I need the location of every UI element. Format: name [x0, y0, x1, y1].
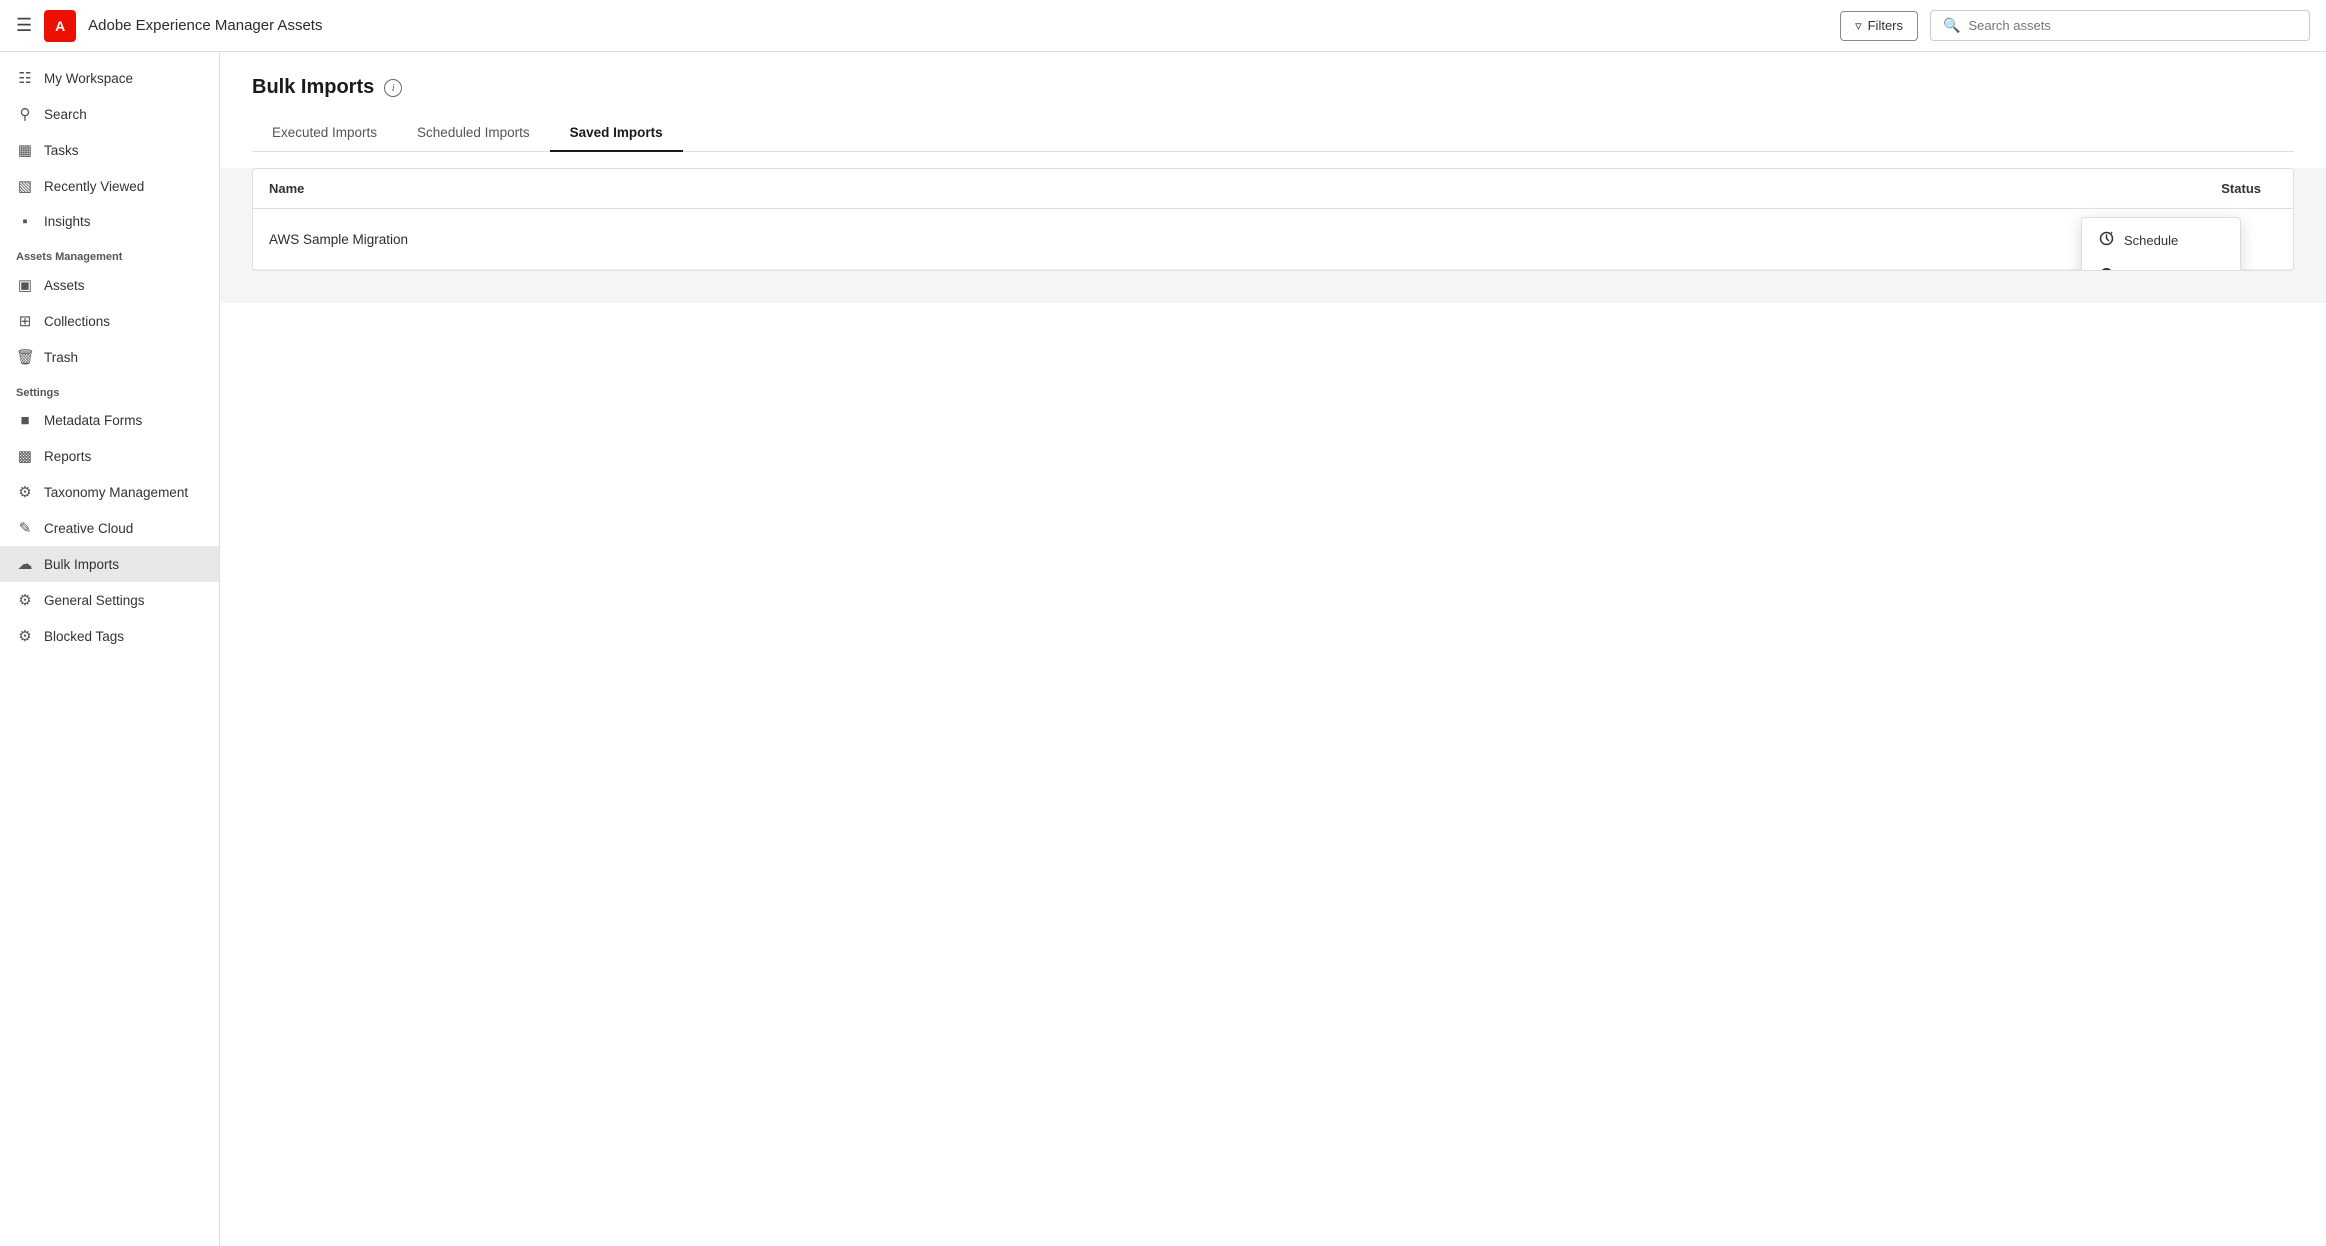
sidebar-label-search: Search: [44, 107, 87, 122]
sidebar-label-general-settings: General Settings: [44, 593, 145, 608]
menu-item-schedule[interactable]: Schedule: [2082, 222, 2240, 258]
schedule-icon: [2098, 231, 2114, 249]
sidebar-item-creative-cloud[interactable]: ✎ Creative Cloud: [0, 510, 219, 546]
search-icon: ⚲: [16, 105, 34, 123]
app-title: Adobe Experience Manager Assets: [88, 17, 322, 34]
bulk-imports-icon: ☁: [16, 555, 34, 573]
content-area: Bulk Imports i Executed Imports Schedule…: [220, 52, 2326, 1246]
reports-icon: ▩: [16, 447, 34, 465]
section-assets-management: Assets Management: [0, 239, 219, 267]
row-name-aws-migration: AWS Sample Migration: [269, 232, 2129, 247]
menu-label-check: Check: [2124, 269, 2161, 272]
sidebar-label-insights: Insights: [44, 214, 91, 229]
sidebar-label-assets: Assets: [44, 278, 85, 293]
table-area: Name Status AWS Sample Migration ⋯ Creat…: [220, 168, 2326, 303]
menu-item-check[interactable]: Check: [2082, 258, 2240, 271]
table-wrapper: Name Status AWS Sample Migration ⋯ Creat…: [252, 168, 2294, 271]
section-settings: Settings: [0, 375, 219, 403]
sidebar-label-tasks: Tasks: [44, 143, 79, 158]
search-box: 🔍: [1930, 10, 2310, 41]
table-header: Name Status: [253, 169, 2293, 209]
sidebar-item-assets[interactable]: ▣ Assets: [0, 267, 219, 303]
sidebar-label-my-workspace: My Workspace: [44, 71, 133, 86]
tab-executed-imports[interactable]: Executed Imports: [252, 115, 397, 152]
menu-label-schedule: Schedule: [2124, 233, 2178, 248]
search-icon: 🔍: [1943, 17, 1960, 34]
sidebar-label-blocked-tags: Blocked Tags: [44, 629, 124, 644]
tasks-icon: ▦: [16, 141, 34, 159]
sidebar-item-trash[interactable]: 🗑 Trash: [0, 339, 219, 375]
sidebar-item-blocked-tags[interactable]: ⚙ Blocked Tags: [0, 618, 219, 654]
sidebar-label-recently-viewed: Recently Viewed: [44, 179, 144, 194]
main-content: Bulk Imports i Executed Imports Schedule…: [220, 52, 2326, 1246]
sidebar-item-search[interactable]: ⚲ Search: [0, 96, 219, 132]
sidebar-item-taxonomy-management[interactable]: ⚙ Taxonomy Management: [0, 474, 219, 510]
sidebar-item-insights[interactable]: ▪ Insights: [0, 204, 219, 239]
sidebar-item-metadata-forms[interactable]: ■ Metadata Forms: [0, 403, 219, 438]
sidebar-label-reports: Reports: [44, 449, 91, 464]
column-name-header: Name: [269, 181, 2077, 196]
topbar-actions: ▿ Filters 🔍: [1840, 10, 2310, 41]
sidebar-item-collections[interactable]: ⊞ Collections: [0, 303, 219, 339]
insights-icon: ▪: [16, 213, 34, 230]
metadata-forms-icon: ■: [16, 412, 34, 429]
sidebar-item-recently-viewed[interactable]: ▧ Recently Viewed: [0, 168, 219, 204]
sidebar-label-trash: Trash: [44, 350, 78, 365]
sidebar-label-taxonomy-management: Taxonomy Management: [44, 485, 188, 500]
creative-cloud-icon: ✎: [16, 519, 34, 537]
adobe-logo: A: [44, 10, 76, 42]
body-layout: ☷ My Workspace ⚲ Search ▦ Tasks ▧ Recent…: [0, 52, 2326, 1246]
table-row: AWS Sample Migration ⋯ Created: [253, 209, 2293, 270]
sidebar-item-tasks[interactable]: ▦ Tasks: [0, 132, 219, 168]
sidebar-item-my-workspace[interactable]: ☷ My Workspace: [0, 60, 219, 96]
filters-button[interactable]: ▿ Filters: [1840, 11, 1918, 41]
blocked-tags-icon: ⚙: [16, 627, 34, 645]
sidebar: ☷ My Workspace ⚲ Search ▦ Tasks ▧ Recent…: [0, 52, 220, 1246]
sidebar-label-bulk-imports: Bulk Imports: [44, 557, 119, 572]
topbar: ☰ A Adobe Experience Manager Assets ▿ Fi…: [0, 0, 2326, 52]
check-icon: [2098, 267, 2114, 271]
collections-icon: ⊞: [16, 312, 34, 330]
tab-scheduled-imports[interactable]: Scheduled Imports: [397, 115, 550, 152]
hamburger-icon[interactable]: ☰: [16, 15, 32, 36]
taxonomy-icon: ⚙: [16, 483, 34, 501]
sidebar-item-bulk-imports[interactable]: ☁ Bulk Imports: [0, 546, 219, 582]
sidebar-label-creative-cloud: Creative Cloud: [44, 521, 133, 536]
recently-viewed-icon: ▧: [16, 177, 34, 195]
workspace-icon: ☷: [16, 69, 34, 87]
assets-icon: ▣: [16, 276, 34, 294]
sidebar-item-general-settings[interactable]: ⚙ General Settings: [0, 582, 219, 618]
sidebar-label-metadata-forms: Metadata Forms: [44, 413, 142, 428]
column-status-header: Status: [2077, 181, 2277, 196]
trash-icon: 🗑: [16, 348, 34, 366]
tabs: Executed Imports Scheduled Imports Saved…: [252, 115, 2294, 152]
page-title: Bulk Imports: [252, 76, 374, 99]
general-settings-icon: ⚙: [16, 591, 34, 609]
context-menu: Schedule Check: [2081, 217, 2241, 271]
sidebar-label-collections: Collections: [44, 314, 110, 329]
info-icon[interactable]: i: [384, 79, 402, 97]
sidebar-item-reports[interactable]: ▩ Reports: [0, 438, 219, 474]
page-header: Bulk Imports i: [220, 52, 2326, 99]
search-input[interactable]: [1968, 18, 2297, 33]
filter-icon: ▿: [1855, 18, 1862, 34]
tab-saved-imports[interactable]: Saved Imports: [550, 115, 683, 152]
